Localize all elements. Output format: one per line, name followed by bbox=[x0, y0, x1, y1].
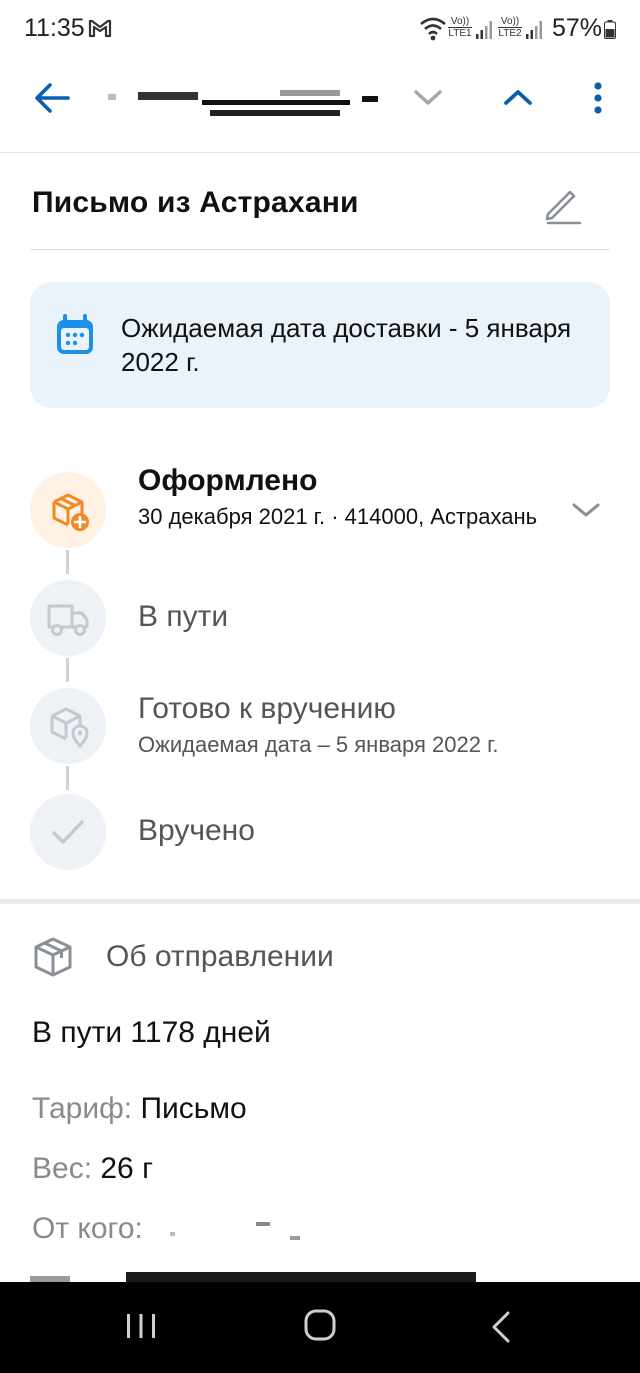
redacted-sender bbox=[170, 1222, 300, 1240]
signal-icon-1 bbox=[476, 21, 492, 39]
step-title-delivered: Вручено bbox=[138, 814, 255, 847]
box-location-icon bbox=[50, 707, 89, 749]
status-time: 11:35 bbox=[24, 14, 85, 42]
step-title-ready: Готово к вручению bbox=[138, 692, 396, 725]
days-in-transit: В пути 1178 дней bbox=[32, 1016, 271, 1049]
pencil-edit-icon[interactable] bbox=[540, 186, 586, 226]
recent-apps-icon[interactable] bbox=[124, 1312, 158, 1340]
package-icon bbox=[34, 937, 72, 977]
section-separator bbox=[0, 899, 640, 904]
step-icon-ready bbox=[30, 688, 106, 764]
sim2-label: LTE2 bbox=[498, 27, 522, 39]
info-row-sender: От кого: bbox=[32, 1212, 143, 1246]
step-icon-delivered bbox=[30, 794, 106, 870]
step-icon-in-transit bbox=[30, 580, 106, 656]
info-row-tariff: Тариф: Письмо bbox=[32, 1092, 247, 1126]
wifi-icon bbox=[420, 17, 446, 41]
home-icon[interactable] bbox=[304, 1309, 336, 1341]
check-icon bbox=[52, 820, 84, 844]
tariff-label: Тариф: bbox=[32, 1092, 133, 1125]
weight-label: Вес: bbox=[32, 1152, 93, 1185]
step-title-registered: Оформлено bbox=[138, 464, 318, 497]
truck-icon bbox=[47, 604, 89, 636]
volte-label-1: Vo)) bbox=[450, 16, 470, 27]
tariff-value: Письмо bbox=[140, 1092, 247, 1125]
step-sub-registered: 30 декабря 2021 г. · 414000, Астрахань bbox=[138, 504, 538, 529]
expected-delivery-text: Ожидаемая дата доставки - 5 января 2022 … bbox=[121, 313, 572, 377]
sim1-label: LTE1 bbox=[448, 27, 472, 39]
step-icon-registered bbox=[30, 472, 106, 548]
info-row-weight: Вес: 26 г bbox=[32, 1152, 153, 1186]
partially-hidden-row bbox=[30, 1272, 476, 1282]
title-divider bbox=[30, 249, 610, 250]
redacted-tracking-number bbox=[108, 90, 378, 116]
timeline-connector bbox=[66, 766, 69, 790]
calendar-icon bbox=[57, 314, 93, 354]
chevron-up-icon[interactable] bbox=[500, 82, 536, 112]
sender-label: От кого: bbox=[32, 1212, 143, 1245]
box-plus-icon bbox=[52, 493, 89, 531]
page-title: Письмо из Астрахани bbox=[32, 186, 359, 219]
back-nav-icon[interactable] bbox=[488, 1310, 514, 1344]
volte-label-2: Vo)) bbox=[500, 16, 520, 27]
signal-icon-2 bbox=[526, 21, 542, 39]
arrow-left-icon[interactable] bbox=[30, 78, 74, 118]
weight-value: 26 г bbox=[100, 1152, 154, 1185]
timeline-connector bbox=[66, 550, 69, 574]
chevron-down-icon[interactable] bbox=[570, 496, 602, 524]
step-sub-ready: Ожидаемая дата – 5 января 2022 г. bbox=[138, 732, 499, 757]
more-vertical-icon[interactable] bbox=[584, 78, 612, 118]
battery-percent: 57% bbox=[552, 14, 603, 42]
about-shipment-title: Об отправлении bbox=[106, 940, 334, 973]
chevron-down-icon[interactable] bbox=[410, 82, 446, 112]
step-title-in-transit: В пути bbox=[138, 600, 229, 633]
gmail-icon bbox=[88, 19, 112, 38]
timeline-connector bbox=[66, 658, 69, 682]
battery-icon bbox=[604, 20, 616, 39]
